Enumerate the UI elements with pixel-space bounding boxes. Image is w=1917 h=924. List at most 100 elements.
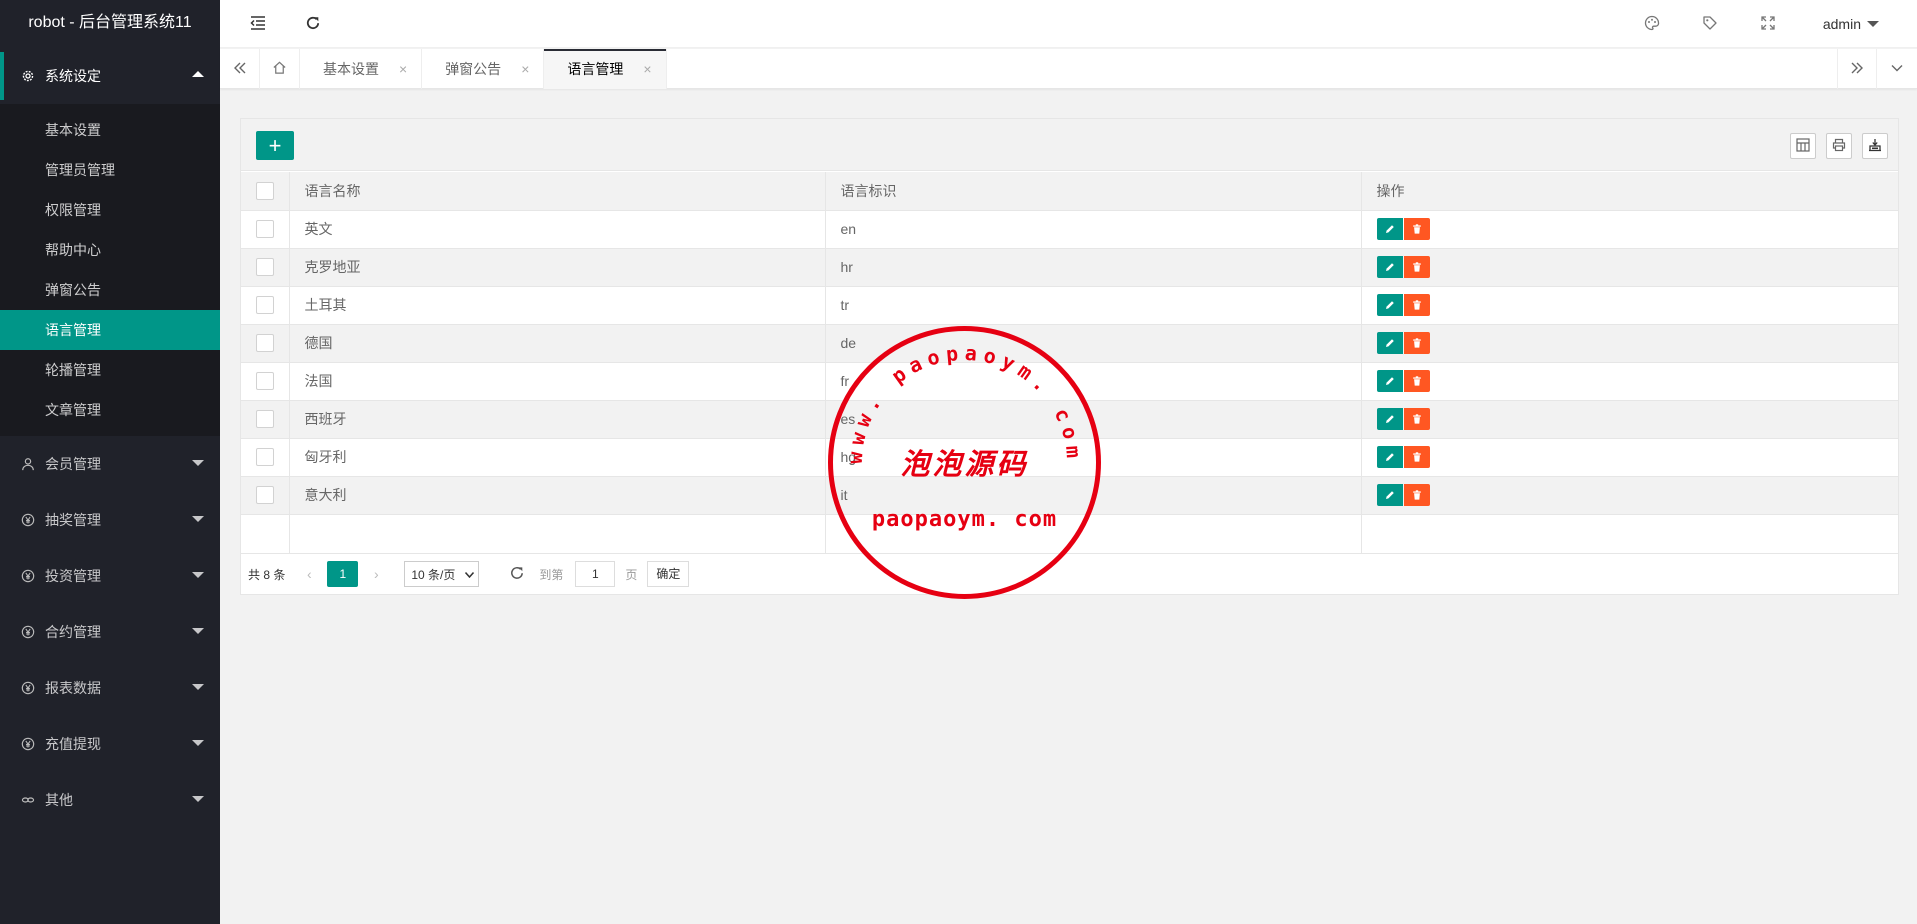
next-page-button[interactable]: ›	[362, 566, 390, 582]
row-select-cell	[241, 438, 290, 477]
toggle-sidebar-button[interactable]	[233, 0, 283, 48]
notes-button[interactable]	[1685, 0, 1735, 48]
menu-members[interactable]: 会员管理	[0, 436, 220, 492]
delete-button[interactable]	[1403, 294, 1430, 316]
action-group	[1376, 484, 1884, 506]
menu-label: 报表数据	[45, 680, 101, 696]
sidebar-item-admin-manage[interactable]: 管理员管理	[0, 150, 220, 190]
row-checkbox[interactable]	[255, 486, 274, 505]
row-checkbox[interactable]	[255, 220, 274, 239]
table-filler-row	[241, 514, 1898, 554]
delete-button[interactable]	[1403, 484, 1430, 506]
select-all-checkbox[interactable]	[255, 181, 274, 200]
language-name: 英文	[289, 210, 826, 249]
row-checkbox[interactable]	[255, 372, 274, 391]
row-actions	[1361, 400, 1898, 439]
pencil-icon	[1385, 335, 1395, 351]
tab-home[interactable]	[260, 49, 300, 89]
edit-button[interactable]	[1376, 484, 1403, 506]
delete-button[interactable]	[1403, 332, 1430, 354]
pencil-icon	[1385, 373, 1395, 389]
row-checkbox[interactable]	[255, 410, 274, 429]
tabs-menu-button[interactable]	[1877, 49, 1917, 89]
filler-cell	[289, 514, 826, 554]
double-chevron-right-icon	[1850, 61, 1864, 78]
sidebar-item-permissions[interactable]: 权限管理	[0, 190, 220, 230]
sidebar-item-language[interactable]: 语言管理	[0, 310, 220, 350]
action-group	[1376, 294, 1884, 316]
palette-icon	[1644, 15, 1660, 34]
row-actions	[1361, 476, 1898, 515]
edit-button[interactable]	[1376, 256, 1403, 278]
columns-filter-button[interactable]	[1790, 133, 1816, 159]
sidebar-item-help-center[interactable]: 帮助中心	[0, 230, 220, 270]
menu-other[interactable]: 其他	[0, 772, 220, 828]
language-name: 克罗地亚	[289, 248, 826, 287]
language-code: hr	[825, 248, 1362, 287]
row-actions	[1361, 248, 1898, 287]
edit-button[interactable]	[1376, 408, 1403, 430]
tab-basic-settings[interactable]: 基本设置 ×	[300, 49, 423, 89]
language-code: en	[825, 210, 1362, 249]
theme-button[interactable]	[1627, 0, 1677, 48]
language-name: 法国	[289, 362, 826, 401]
sidebar: robot - 后台管理系统11 系统设定 基本设置 管理员管理 权限管理 帮助…	[0, 0, 220, 924]
edit-button[interactable]	[1376, 446, 1403, 468]
delete-button[interactable]	[1403, 218, 1430, 240]
refresh-page-button[interactable]	[509, 565, 525, 584]
menu-recharge-withdraw[interactable]: 充值提现	[0, 716, 220, 772]
pencil-icon	[1385, 297, 1395, 313]
sidebar-item-carousel[interactable]: 轮播管理	[0, 350, 220, 390]
edit-button[interactable]	[1376, 294, 1403, 316]
refresh-button[interactable]	[288, 0, 338, 48]
delete-button[interactable]	[1403, 446, 1430, 468]
row-actions	[1361, 362, 1898, 401]
row-checkbox[interactable]	[255, 334, 274, 353]
tabs-scroll-left-button[interactable]	[220, 49, 260, 89]
sidebar-item-popup-notice[interactable]: 弹窗公告	[0, 270, 220, 310]
page-size-select[interactable]: 10 条/页	[404, 561, 480, 587]
delete-button[interactable]	[1403, 370, 1430, 392]
close-icon[interactable]: ×	[521, 61, 529, 77]
gear-icon	[20, 68, 36, 84]
table-row: 意大利 it	[241, 476, 1898, 515]
chevron-up-icon	[192, 71, 204, 77]
edit-button[interactable]	[1376, 218, 1403, 240]
trash-icon	[1412, 221, 1422, 237]
tab-language-manage[interactable]: 语言管理 ×	[544, 49, 667, 89]
row-checkbox[interactable]	[255, 296, 274, 315]
tabs-scroll-right-button[interactable]	[1837, 49, 1877, 89]
trash-icon	[1412, 449, 1422, 465]
add-language-button[interactable]: +	[256, 131, 294, 160]
sidebar-item-basic-settings[interactable]: 基本设置	[0, 110, 220, 150]
action-group	[1376, 408, 1884, 430]
row-checkbox[interactable]	[255, 258, 274, 277]
menu-contracts[interactable]: 合约管理	[0, 604, 220, 660]
user-menu[interactable]: admin	[1823, 0, 1879, 48]
goto-page-input[interactable]: 1	[575, 561, 616, 587]
pencil-icon	[1385, 487, 1395, 503]
prev-page-button[interactable]: ‹	[295, 566, 323, 582]
close-icon[interactable]: ×	[399, 61, 407, 77]
edit-button[interactable]	[1376, 332, 1403, 354]
fullscreen-icon	[1761, 15, 1775, 33]
menu-investment[interactable]: 投资管理	[0, 548, 220, 604]
goto-confirm-button[interactable]: 确定	[647, 561, 690, 587]
language-name: 西班牙	[289, 400, 826, 439]
row-checkbox[interactable]	[255, 448, 274, 467]
close-icon[interactable]: ×	[643, 61, 651, 77]
export-button[interactable]	[1862, 133, 1888, 159]
menu-reports[interactable]: 报表数据	[0, 660, 220, 716]
tab-popup-notice[interactable]: 弹窗公告 ×	[422, 49, 545, 89]
submenu-system: 基本设置 管理员管理 权限管理 帮助中心 弹窗公告 语言管理 轮播管理 文章管理	[0, 104, 220, 436]
current-page[interactable]: 1	[327, 561, 359, 587]
sidebar-item-articles[interactable]: 文章管理	[0, 390, 220, 430]
delete-button[interactable]	[1403, 256, 1430, 278]
edit-button[interactable]	[1376, 370, 1403, 392]
print-button[interactable]	[1826, 133, 1852, 159]
fullscreen-button[interactable]	[1743, 0, 1793, 48]
delete-button[interactable]	[1403, 408, 1430, 430]
menu-system-settings[interactable]: 系统设定	[0, 48, 220, 104]
select-all-cell	[241, 172, 290, 211]
menu-lottery[interactable]: 抽奖管理	[0, 492, 220, 548]
